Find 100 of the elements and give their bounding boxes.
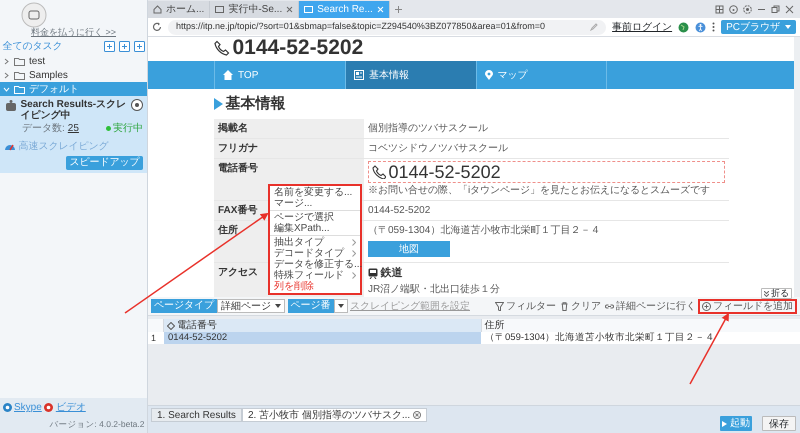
folder-label: Samples [29, 68, 68, 82]
add-icon[interactable] [118, 40, 130, 52]
video-icon [44, 403, 54, 412]
help-icon[interactable] [729, 4, 738, 14]
menu-item[interactable]: マージ... [270, 198, 360, 209]
caret-icon [275, 304, 281, 308]
login-link[interactable]: 事前ログイン [612, 20, 672, 34]
info-card-icon [354, 70, 364, 80]
menu-item[interactable]: 列を削除 [270, 281, 360, 292]
menu-item[interactable]: 抽出タイプ [270, 237, 360, 248]
page-icon [215, 5, 224, 14]
more-icon[interactable] [712, 22, 716, 32]
field-label: 住所 [218, 225, 238, 236]
nav-tab[interactable]: 基本情報 [344, 61, 476, 89]
folder-icon [14, 56, 25, 66]
browser-tab[interactable]: ホーム... [148, 1, 210, 18]
task-card[interactable]: Search Results-スクレイピング中 データ数: 25 実行中 高速スクレイピング スピードアップ [0, 96, 147, 173]
result-tab[interactable]: 2. 苫小牧市 個別指導のツバサスク... [242, 408, 428, 422]
map-pin-icon [484, 70, 492, 80]
caret-icon [785, 25, 791, 29]
page-type-label: ページタイプ [151, 299, 217, 313]
column-header[interactable]: 住所 [484, 318, 504, 333]
phone-icon [372, 165, 386, 179]
field-label: フリガナ [218, 143, 258, 154]
menu-item[interactable]: デコードタイプ [270, 248, 360, 259]
table-cell[interactable]: 0144-52-5202 [164, 332, 481, 344]
save-button[interactable]: 保存 [762, 416, 796, 431]
version-text: バージョン: 4.0.2-beta.2 [49, 418, 144, 430]
caret-icon [338, 304, 344, 308]
page-number-label: ページ番 [288, 299, 334, 313]
globe-icon[interactable] [678, 22, 690, 32]
filter-icon [495, 302, 504, 310]
table-cell[interactable]: （〒059-1304）北海道苫小牧市北栄町１丁目２－４ [481, 332, 800, 344]
settings-icon[interactable] [743, 4, 752, 14]
field-value: JR沼ノ端駅・北出口徒歩１分 [368, 282, 502, 296]
accessibility-icon[interactable] [695, 22, 706, 32]
upgrade-link[interactable]: 料金を払うに行く >> [30, 26, 116, 40]
toolbar-button[interactable]: 詳細ページに行く [603, 298, 698, 314]
chevron-down-icon [3, 86, 10, 92]
field-value: コベツシドウノツバサスクール [368, 143, 508, 154]
home-icon [223, 70, 233, 80]
field-value: 0144-52-5202 [368, 205, 430, 216]
close-icon[interactable] [286, 6, 294, 13]
page-number-select[interactable] [334, 299, 348, 313]
grid-icon[interactable] [715, 4, 724, 14]
menu-item[interactable]: データを修正する... [270, 259, 360, 270]
chevrons-icon [764, 290, 768, 296]
close-icon[interactable] [413, 410, 422, 419]
train-icon [368, 268, 378, 279]
robot-icon [4, 99, 18, 113]
add-icon [702, 302, 711, 310]
menu-item[interactable]: 名前を変更する... [270, 187, 360, 198]
status-dot-icon [106, 126, 111, 131]
task-title: Search Results-スクレイピング中 [20, 99, 128, 121]
data-count: 25 [68, 122, 79, 136]
folder-icon [14, 84, 25, 94]
page-icon [304, 5, 314, 14]
folder-label: test [29, 54, 46, 68]
link-icon [605, 302, 614, 310]
page-type-select[interactable]: 詳細ページ [217, 299, 285, 313]
row-number: 1 [150, 332, 158, 344]
status-text: 実行中 [113, 122, 143, 136]
arrow [689, 312, 729, 384]
section-heading: 基本情報 [226, 94, 286, 114]
folder-item[interactable]: Samples [0, 68, 147, 82]
toolbar-button[interactable]: クリア [558, 298, 603, 314]
trash-icon [560, 302, 569, 310]
restore-icon[interactable] [771, 4, 780, 14]
new-tab-icon[interactable] [394, 5, 403, 14]
field-value: 個別指導のツバサスクール [368, 123, 488, 134]
field-label: FAX番号 [218, 205, 258, 216]
field-label: 電話番号 [218, 163, 258, 174]
field-note: ※お問い合せの際、「iタウンページ」を見たとお伝えになるとスムーズです [368, 184, 712, 198]
skype-icon [2, 403, 12, 412]
column-header[interactable]: 電話番号 [177, 318, 217, 333]
folder-icon [14, 70, 25, 80]
toolbar-button[interactable]: フィールドを追加 [698, 298, 797, 314]
field-label: 掲載名 [218, 123, 248, 134]
browser-tab[interactable]: 実行中-Se... [210, 1, 300, 18]
stop-icon[interactable] [131, 99, 143, 111]
folder-item[interactable]: test [0, 54, 147, 68]
menu-item[interactable]: ページで選択 [270, 212, 360, 223]
result-tab[interactable]: 1. Search Results [151, 408, 242, 422]
play-icon [722, 420, 728, 426]
chevron-right-icon [352, 272, 356, 279]
menu-item[interactable]: 編集XPath... [270, 223, 360, 234]
collapse-button[interactable]: 折る [760, 288, 792, 299]
header-phone: 0144-52-5202 [232, 37, 364, 59]
folder-label: デフォルト [29, 82, 79, 96]
home-icon [153, 5, 162, 14]
highlighted-field[interactable]: 0144-52-5202 [368, 161, 725, 183]
mode-text: 高速スクレイピング [18, 140, 108, 154]
data-count-label: データ数: [22, 122, 65, 136]
menu-item[interactable]: 特殊フィールド [270, 270, 360, 281]
drag-handle-icon[interactable] [166, 322, 174, 330]
address-field[interactable]: https://itp.ne.jp/topic/?sort=01&sbmap=false&topic=Z294540%3BZ077850&area=01&from=0 [168, 20, 606, 34]
close-icon[interactable] [785, 4, 794, 14]
toolbar-button[interactable]: フィルター [493, 298, 558, 314]
refresh-icon[interactable] [152, 22, 162, 32]
triangle-icon [214, 98, 223, 110]
